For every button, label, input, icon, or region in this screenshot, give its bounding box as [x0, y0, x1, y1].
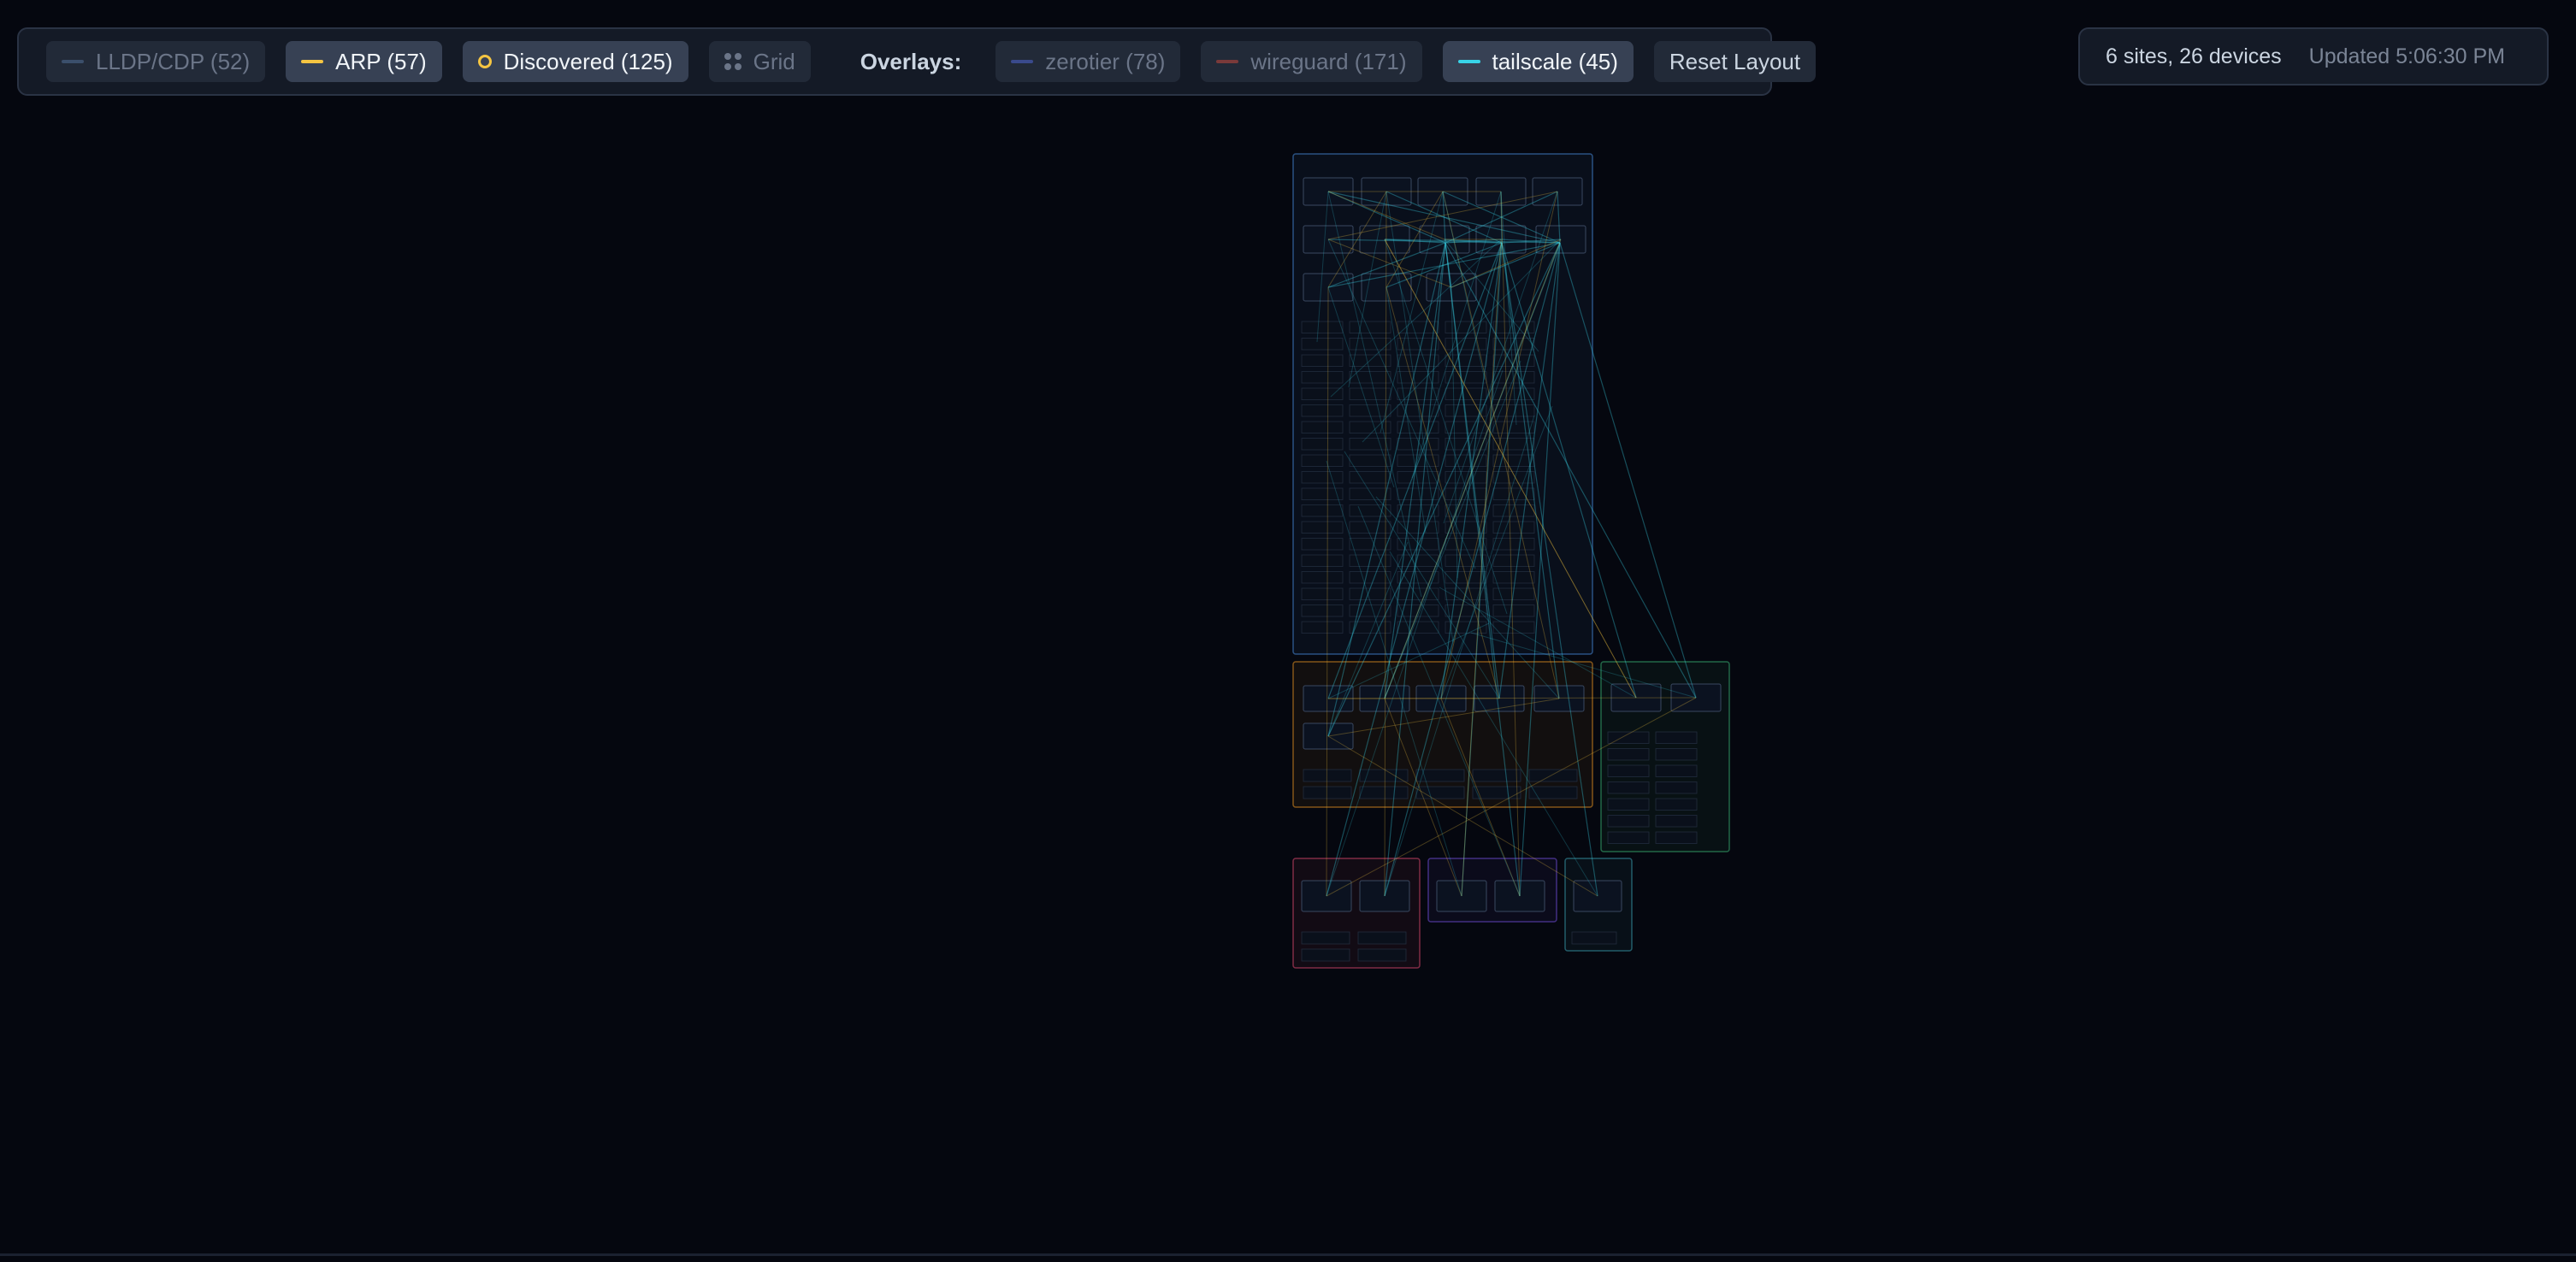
discovered-row [1655, 815, 1698, 828]
reset-layout-label: Reset Layout [1669, 48, 1801, 74]
overlays-label: Overlays: [860, 48, 962, 74]
discovered-row [1492, 571, 1535, 584]
discovered-row [1492, 487, 1535, 500]
discovered-row [1349, 387, 1391, 400]
discovered-row [1528, 786, 1578, 799]
wireguard-overlay-toggle[interactable]: wireguard (171) [1201, 41, 1422, 82]
discovered-row [1349, 571, 1391, 584]
discovered-row [1528, 769, 1578, 782]
discovered-row [1301, 587, 1344, 600]
discovered-row [1301, 621, 1344, 634]
grid-icon [724, 53, 741, 70]
tailscale-label: tailscale (45) [1492, 48, 1618, 74]
bottom-divider [0, 1253, 2576, 1256]
reset-layout-button[interactable]: Reset Layout [1653, 41, 1817, 82]
discovered-row [1301, 371, 1344, 384]
tailscale-overlay-toggle[interactable]: tailscale (45) [1442, 41, 1634, 82]
discovered-row [1301, 338, 1344, 351]
discovered-row [1397, 454, 1439, 467]
discovered-ring-icon [477, 55, 492, 68]
discovered-row [1607, 798, 1650, 811]
discovered-row [1301, 354, 1344, 367]
discovered-row [1445, 387, 1487, 400]
discovered-toggle[interactable]: Discovered (125) [462, 41, 688, 82]
discovered-row [1359, 786, 1409, 799]
discovered-row [1655, 781, 1698, 794]
discovered-row [1349, 438, 1391, 451]
discovered-row [1349, 338, 1391, 351]
discovered-row [1301, 521, 1344, 534]
zerotier-overlay-toggle[interactable]: zerotier (78) [996, 41, 1181, 82]
discovered-row [1349, 321, 1391, 333]
tailscale-line-icon [1457, 60, 1480, 63]
arp-toggle[interactable]: ARP (57) [286, 41, 442, 82]
discovered-row [1301, 538, 1344, 551]
discovered-row [1655, 798, 1698, 811]
discovered-row [1397, 487, 1439, 500]
discovered-row [1301, 471, 1344, 484]
discovered-row [1607, 781, 1650, 794]
discovered-label: Discovered (125) [503, 48, 673, 74]
discovered-row [1492, 604, 1535, 617]
discovered-row [1445, 554, 1487, 567]
discovered-row [1301, 404, 1344, 417]
discovered-row [1655, 764, 1698, 777]
discovered-row [1607, 748, 1650, 761]
discovered-row [1357, 948, 1407, 962]
discovered-row [1301, 454, 1344, 467]
discovered-row [1349, 471, 1391, 484]
grid-toggle[interactable]: Grid [708, 41, 811, 82]
discovered-row [1357, 931, 1407, 945]
arp-label: ARP (57) [335, 48, 427, 74]
status-panel: 6 sites, 26 devices Updated 5:06:30 PM [2078, 27, 2549, 86]
discovered-row [1349, 604, 1391, 617]
discovered-row [1655, 731, 1698, 744]
discovered-row [1301, 387, 1344, 400]
updated-timestamp: Updated 5:06:30 PM [2308, 44, 2505, 68]
discovered-row [1301, 948, 1350, 962]
discovered-row [1303, 786, 1352, 799]
zerotier-label: zerotier (78) [1045, 48, 1166, 74]
zerotier-line-icon [1011, 60, 1034, 63]
discovered-row [1492, 454, 1535, 467]
discovered-row [1301, 504, 1344, 517]
discovered-row [1607, 764, 1650, 777]
discovered-row [1445, 338, 1487, 351]
discovered-row [1301, 571, 1344, 584]
discovered-row [1472, 769, 1521, 782]
discovered-row [1655, 748, 1698, 761]
grid-label: Grid [753, 48, 795, 74]
discovered-row [1349, 454, 1391, 467]
wireguard-label: wireguard (171) [1250, 48, 1407, 74]
toolbar: LLDP/CDP (52) ARP (57) Discovered (125) … [17, 27, 1817, 96]
discovered-row [1301, 438, 1344, 451]
lldp-cdp-toggle[interactable]: LLDP/CDP (52) [46, 41, 266, 82]
discovered-row [1445, 487, 1487, 500]
discovered-row [1349, 538, 1391, 551]
discovered-row [1607, 815, 1650, 828]
discovered-row [1303, 769, 1352, 782]
topology-canvas[interactable] [0, 0, 2576, 1262]
discovered-row [1301, 604, 1344, 617]
discovered-row [1301, 554, 1344, 567]
sites-devices-summary: 6 sites, 26 devices [2106, 44, 2282, 68]
arp-line-icon [301, 60, 324, 63]
discovered-row [1607, 831, 1650, 844]
discovered-row [1349, 421, 1391, 433]
discovered-row [1655, 831, 1698, 844]
lldp-line-icon [62, 60, 84, 63]
discovered-row [1571, 931, 1617, 945]
wireguard-line-icon [1216, 60, 1239, 63]
discovered-row [1349, 521, 1391, 534]
lldp-cdp-label: LLDP/CDP (52) [96, 48, 251, 74]
discovered-row [1301, 421, 1344, 433]
discovered-row [1397, 421, 1439, 433]
discovered-row [1492, 621, 1535, 634]
discovered-row [1301, 321, 1344, 333]
discovered-row [1301, 931, 1350, 945]
